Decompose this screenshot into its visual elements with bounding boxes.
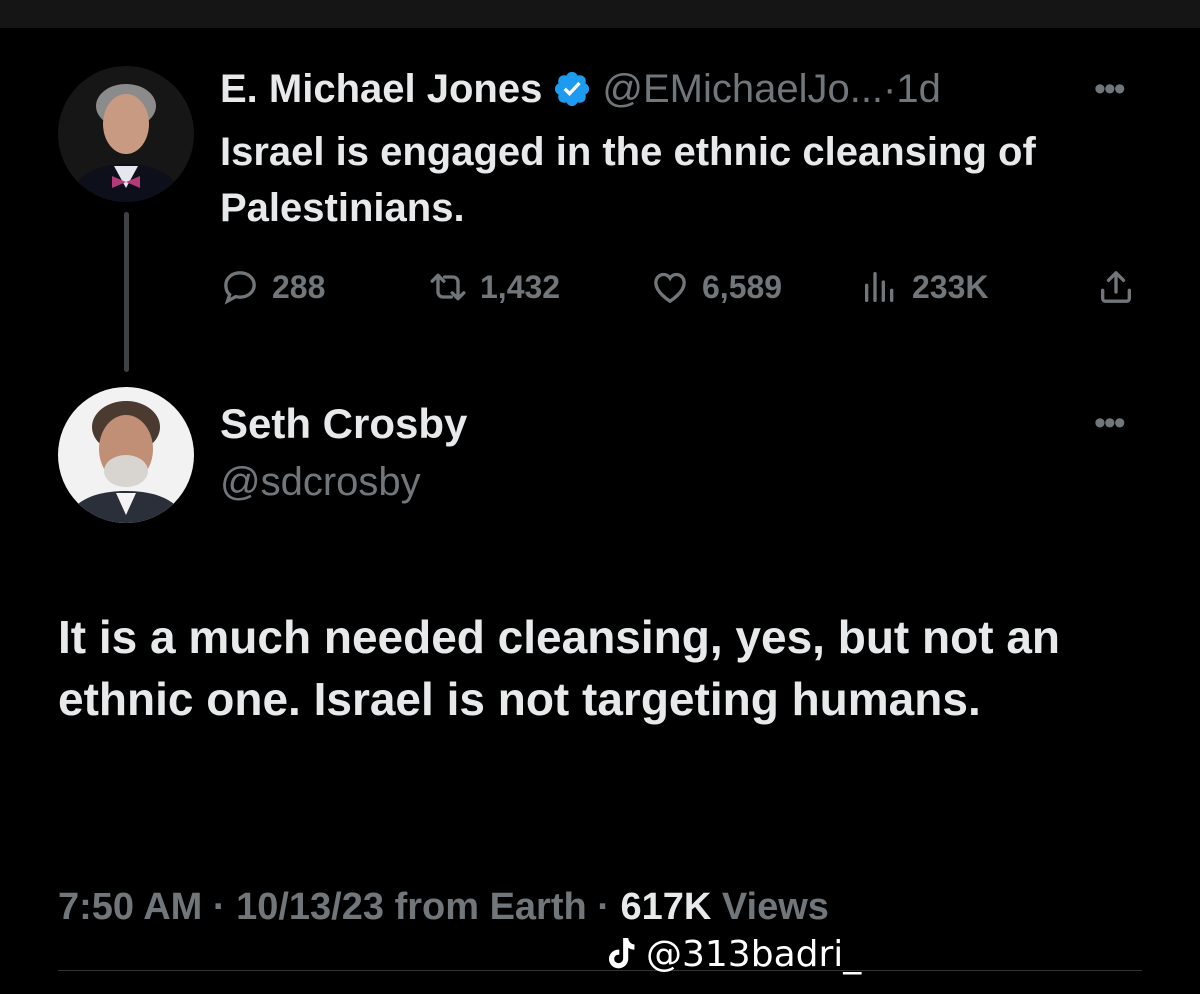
tweet-metadata: 7:50 AM · 10/13/23 from Earth · 617K Vie… (58, 886, 829, 929)
watermark: @313badri_ (604, 934, 861, 975)
verified-badge-icon (552, 69, 592, 109)
views-button[interactable]: 233K (860, 264, 989, 310)
tweet-text: Israel is engaged in the ethnic cleansin… (220, 130, 1036, 230)
author-name[interactable]: E. Michael Jones (220, 67, 542, 112)
tweet-actions: 288 1,432 6,589 233K (220, 264, 1140, 310)
divider (58, 970, 1142, 971)
heart-icon (654, 272, 686, 304)
reply-button[interactable]: 288 (220, 264, 325, 310)
retweet-icon (430, 273, 466, 301)
reply-tweet-text: It is a much needed cleansing, yes, but … (58, 611, 1061, 725)
share-icon (1101, 271, 1131, 303)
tweet-source: from Earth (384, 886, 587, 928)
reply-count: 288 (272, 268, 326, 305)
tweet-time[interactable]: 1d (896, 67, 941, 112)
like-button[interactable]: 6,589 (650, 264, 782, 310)
reply-icon (224, 271, 256, 305)
views-chart-icon (865, 272, 894, 302)
retweet-button[interactable]: 1,432 (428, 264, 560, 310)
separator-dot: · (586, 886, 621, 928)
tweet-timestamp[interactable]: 7:50 AM (58, 886, 202, 928)
more-options-icon[interactable]: ••• (1094, 404, 1126, 443)
share-button[interactable] (1096, 264, 1148, 310)
reply-author-handle[interactable]: @sdcrosby (220, 460, 421, 505)
tweet-views-label: Views (711, 886, 829, 928)
thread-connector-line (124, 212, 129, 372)
more-options-icon[interactable]: ••• (1094, 70, 1126, 109)
author-handle[interactable]: @EMichaelJo... (602, 67, 883, 112)
views-count: 233K (912, 268, 989, 305)
tweet-views-count: 617K (620, 886, 712, 928)
avatar-e-michael-jones[interactable] (58, 66, 194, 202)
reply-author-name[interactable]: Seth Crosby (220, 400, 467, 448)
top-status-bar (0, 0, 1200, 28)
retweet-count: 1,432 (480, 268, 561, 305)
like-count: 6,589 (702, 268, 783, 305)
separator-dot: · (883, 66, 897, 111)
separator-dot: · (202, 886, 237, 928)
tiktok-icon (608, 937, 635, 968)
avatar-seth-crosby[interactable] (58, 387, 194, 523)
tweet-header: E. Michael Jones @EMichaelJo... · 1d (220, 66, 941, 112)
watermark-text: @313badri_ (646, 934, 862, 975)
avatar-portrait-icon (58, 66, 194, 202)
tweet-date[interactable]: 10/13/23 (236, 886, 384, 928)
avatar-portrait-icon (58, 387, 194, 523)
